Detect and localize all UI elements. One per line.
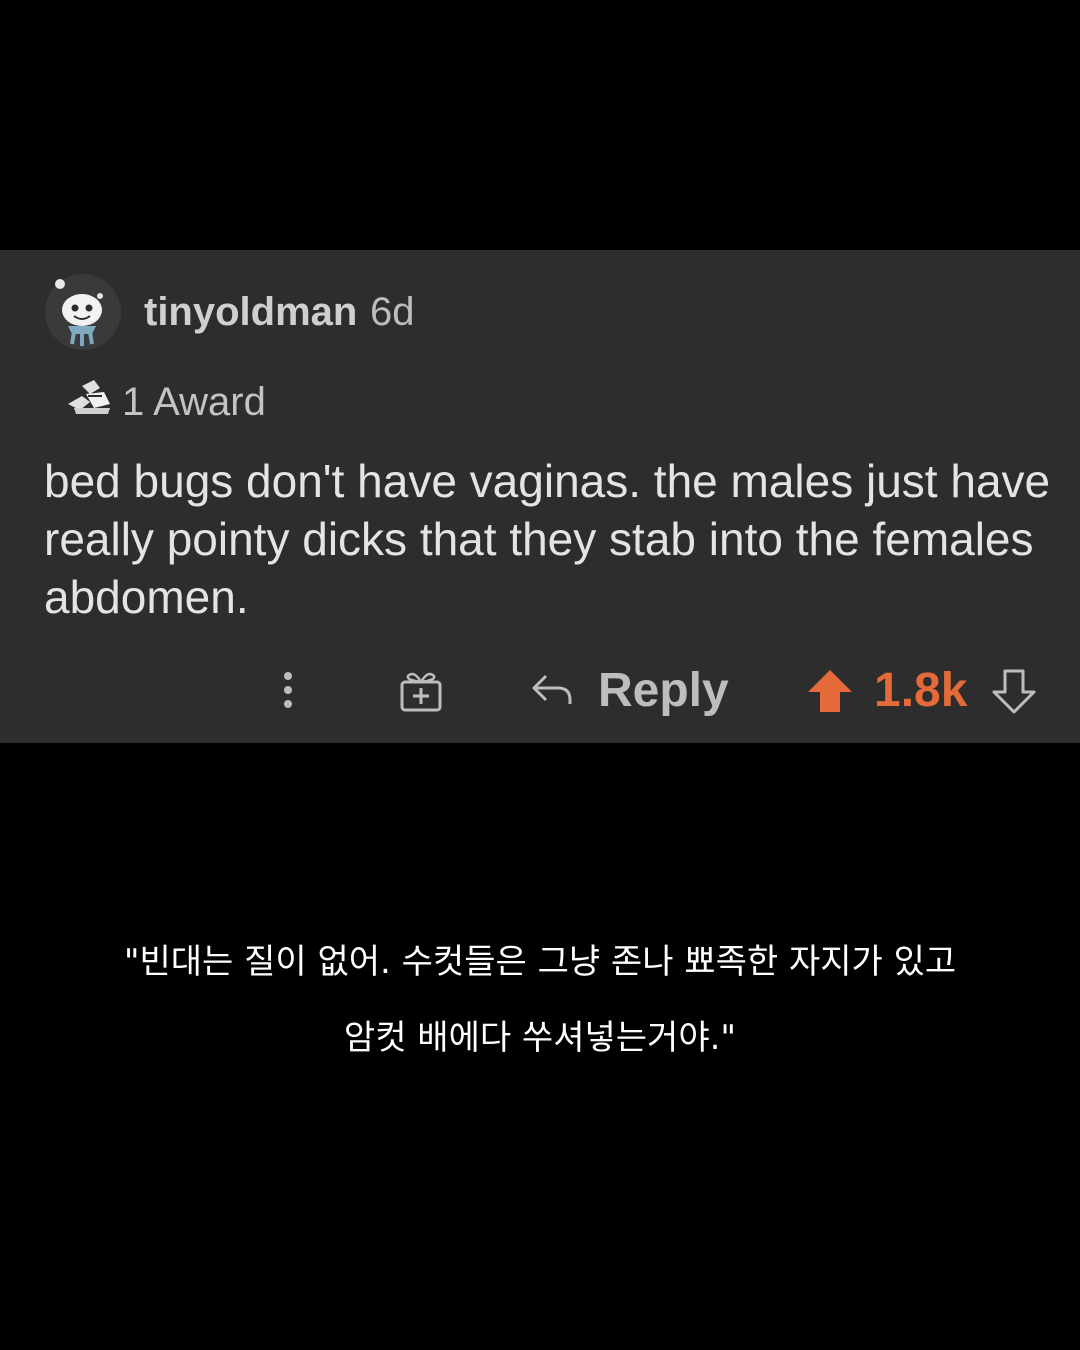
award-count[interactable]: 1 Award bbox=[122, 378, 266, 426]
reply-button[interactable]: Reply bbox=[598, 662, 729, 720]
comment-age: 6d bbox=[370, 290, 415, 334]
caption-line-1: "빈대는 질이 없어. 수컷들은 그냥 존나 뾰족한 자지가 있고 bbox=[123, 942, 957, 982]
more-options-icon[interactable] bbox=[270, 668, 306, 712]
gift-award-icon[interactable] bbox=[396, 666, 446, 716]
caption-line-2: 암컷 배에다 쑤셔넣는거야." bbox=[343, 1018, 737, 1058]
award-icon bbox=[64, 374, 114, 418]
upvote-arrow-icon[interactable] bbox=[806, 668, 854, 714]
snoo-avatar-icon[interactable] bbox=[44, 272, 122, 352]
comment-card: tinyoldman 6d 1 Award bed bugs don't hav… bbox=[0, 250, 1080, 743]
downvote-arrow-icon[interactable] bbox=[990, 668, 1038, 714]
comment-body: bed bugs don't have vaginas. the males j… bbox=[44, 455, 1051, 623]
username[interactable]: tinyoldman bbox=[144, 288, 357, 336]
reply-arrow-icon[interactable] bbox=[528, 668, 576, 712]
vote-count: 1.8k bbox=[874, 664, 968, 717]
